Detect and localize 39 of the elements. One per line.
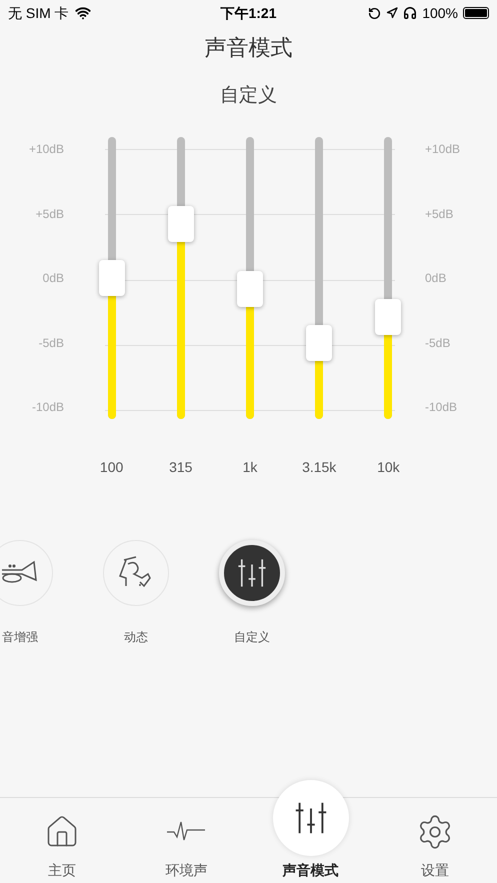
time-text: 下午1:21 [220, 4, 277, 22]
db-label: +5dB [36, 206, 64, 220]
eq-slider[interactable] [168, 137, 194, 419]
db-label: +10dB [425, 142, 460, 156]
page-title: 声音模式 [204, 34, 294, 62]
headphones-icon [403, 6, 418, 20]
rotation-lock-icon [368, 6, 382, 20]
location-icon [386, 7, 398, 19]
eq-slider[interactable] [306, 137, 332, 419]
db-label: -5dB [425, 336, 450, 350]
frequency-label: 3.15k [302, 458, 336, 477]
eq-slider[interactable] [98, 137, 125, 419]
db-label: 0dB [425, 271, 446, 285]
tab-item[interactable]: 设置 [372, 798, 497, 883]
db-label: 0dB [42, 271, 64, 285]
battery-icon [463, 7, 489, 19]
wifi-icon [74, 5, 91, 21]
frequency-label: 315 [169, 458, 192, 477]
slider-thumb[interactable] [98, 260, 125, 296]
battery-text: 100% [422, 4, 458, 22]
carrier-text: 无 SIM 卡 [8, 4, 69, 22]
tab-item[interactable]: 主页 [0, 798, 124, 883]
slider-thumb[interactable] [236, 271, 263, 308]
tab-item[interactable]: 环境声 [124, 798, 248, 883]
db-label: +10dB [28, 142, 64, 156]
db-label: +5dB [425, 206, 454, 220]
preset-name: 自定义 [219, 85, 278, 107]
tab-item[interactable]: 声音模式 [248, 780, 373, 883]
db-label: -10dB [32, 400, 64, 414]
db-label: -10dB [425, 400, 458, 414]
eq-slider[interactable] [375, 137, 402, 419]
slider-thumb[interactable] [168, 206, 194, 242]
db-label: -5dB [38, 336, 64, 350]
eq-slider[interactable] [236, 137, 263, 419]
frequency-label: 1k [242, 458, 258, 477]
frequency-label: 100 [100, 458, 124, 477]
slider-thumb[interactable] [306, 324, 332, 361]
frequency-label: 10k [377, 458, 400, 477]
slider-thumb[interactable] [375, 299, 402, 336]
